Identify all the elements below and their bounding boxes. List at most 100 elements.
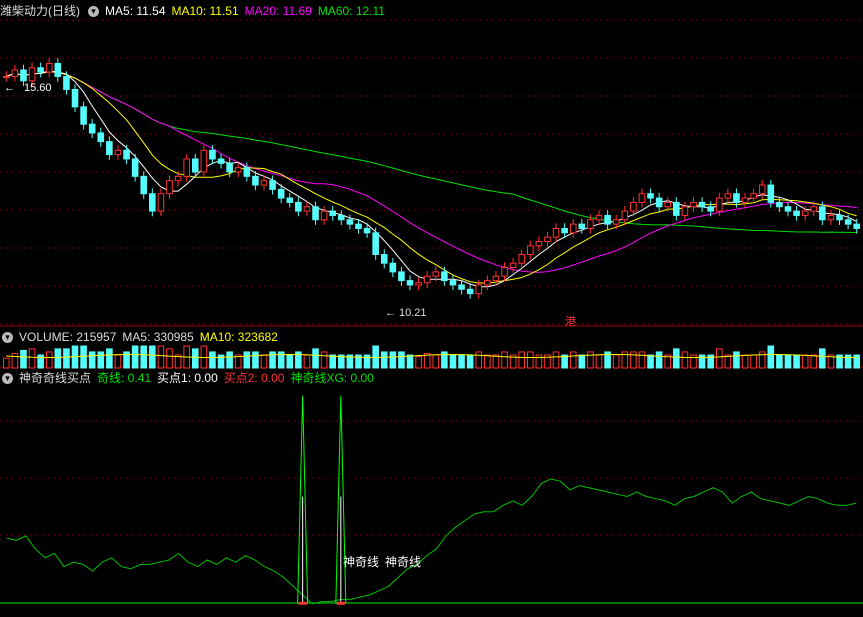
candle-body xyxy=(647,193,654,199)
candle-body xyxy=(836,214,843,221)
volume-bar xyxy=(655,351,663,369)
candle-body xyxy=(174,175,182,182)
buy1-value: 买点1: 0.00 xyxy=(157,371,218,385)
candle-body xyxy=(363,227,371,234)
candle-body xyxy=(295,201,302,212)
candle-body xyxy=(741,197,749,203)
volume-bar xyxy=(819,348,826,369)
volume-bar xyxy=(320,351,328,369)
candle-body xyxy=(54,62,62,77)
candle-body xyxy=(11,69,19,77)
volume-bar xyxy=(647,354,654,369)
candle-body xyxy=(484,280,491,286)
candle-body xyxy=(191,158,199,173)
candle-body xyxy=(226,162,233,173)
candle-body xyxy=(698,201,706,208)
low-price-label: 10.21 xyxy=(399,307,427,319)
volume-bar xyxy=(853,354,860,369)
candle-body xyxy=(466,288,474,295)
signal-label-2: 神奇线 xyxy=(385,555,421,569)
candle-body xyxy=(114,149,122,156)
candle-body xyxy=(131,158,139,177)
volume-bar xyxy=(587,351,594,369)
signal-label-1: 神奇线 xyxy=(343,555,379,569)
low-price-arrow: ← xyxy=(385,307,396,319)
chevron-down-icon[interactable]: ▾ xyxy=(2,331,13,343)
candle-body xyxy=(45,62,53,73)
volume-bar xyxy=(243,351,251,369)
candle-body xyxy=(80,106,87,125)
candle-body xyxy=(312,206,319,221)
volume-bar xyxy=(690,354,697,369)
volume-bar xyxy=(578,354,586,369)
candle-body xyxy=(827,214,835,221)
candle-body xyxy=(758,184,766,195)
candle-body xyxy=(398,271,405,282)
candle-body xyxy=(776,201,783,208)
candle-body xyxy=(690,201,697,208)
volume-header: ▾ VOLUME: 215957 MA5: 330985 MA10: 32368… xyxy=(0,328,284,346)
buy-marker xyxy=(336,601,345,605)
candle-body xyxy=(260,180,268,186)
candle-body xyxy=(252,175,259,186)
volume-bar xyxy=(11,352,19,369)
volume-bar xyxy=(475,351,483,369)
volume-bar xyxy=(733,351,740,369)
ma5-path xyxy=(6,70,857,288)
candle-body xyxy=(106,141,113,156)
chevron-down-icon[interactable]: ▾ xyxy=(2,372,13,384)
buy2-value: 买点2: 0.00 xyxy=(223,371,285,385)
volume-value: VOLUME: 215957 xyxy=(19,330,117,344)
candle-body xyxy=(630,201,637,212)
vol-ma5-value: MA5: 330985 xyxy=(122,330,194,344)
candle-body xyxy=(20,69,27,82)
candle-body xyxy=(123,149,130,160)
volume-bar xyxy=(501,351,508,369)
candle-body xyxy=(458,284,465,290)
volume-bar xyxy=(28,348,36,369)
candle-body xyxy=(767,184,775,203)
high-price-label: 15.60 xyxy=(24,82,52,94)
indicator-header: ▾ 神奇奇线买点 奇线: 0.41 买点1: 0.00 买点2: 0.00 神奇… xyxy=(0,369,380,387)
volume-bar xyxy=(741,354,749,369)
candle-body xyxy=(578,223,586,229)
candle-body xyxy=(569,223,577,234)
candle-body xyxy=(286,197,294,203)
candle-body xyxy=(320,210,328,221)
candle-body xyxy=(355,223,362,229)
volume-bar xyxy=(810,354,818,369)
volume-bar xyxy=(492,354,500,369)
candle-body xyxy=(595,214,603,221)
candle-body xyxy=(673,201,680,216)
volume-bar xyxy=(380,351,388,369)
candle-body xyxy=(380,254,388,264)
candle-body xyxy=(209,149,216,160)
stock-name: 潍柴动力 xyxy=(0,4,49,18)
buy-marker xyxy=(298,601,307,605)
candle-body xyxy=(492,275,500,282)
ma10-line xyxy=(6,71,857,284)
ma20-value: MA20: 11.69 xyxy=(244,4,312,18)
hk-marker: 港 xyxy=(565,315,576,328)
candle-body xyxy=(801,210,809,216)
volume-bar xyxy=(45,351,53,369)
candle-body xyxy=(819,206,826,221)
candle-body xyxy=(784,206,792,212)
candle-body xyxy=(432,271,440,277)
candle-body xyxy=(63,75,70,90)
candle-body xyxy=(183,158,190,177)
xg-value: 神奇线XG: 0.00 xyxy=(290,371,374,385)
candle-body xyxy=(3,75,10,78)
period-label: (日线) xyxy=(48,4,81,18)
candle-body xyxy=(844,219,852,225)
volume-bar xyxy=(526,351,534,369)
candle-body xyxy=(750,193,757,199)
candle-body xyxy=(389,262,397,273)
qixian-value: 奇线: 0.41 xyxy=(97,371,152,385)
volume-bar xyxy=(466,354,474,369)
volume-bar xyxy=(776,354,783,369)
volume-bar xyxy=(329,354,337,369)
chevron-down-icon[interactable]: ▾ xyxy=(88,5,100,17)
candle-body xyxy=(97,132,105,143)
volume-bar xyxy=(449,354,457,369)
